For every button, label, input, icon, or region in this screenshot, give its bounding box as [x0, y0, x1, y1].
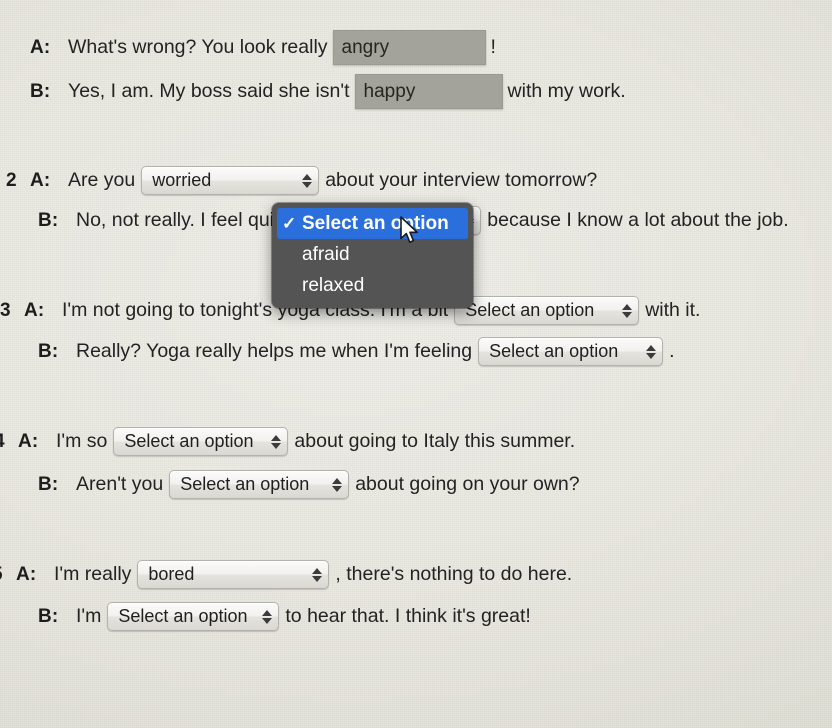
select-updown-arrows-icon[interactable]	[622, 303, 633, 318]
dialogue-line: B: Yes, I am. My boss said she isn't happy…	[0, 74, 832, 109]
sentence-text-after: with my work.	[507, 79, 626, 102]
answer-select-value: Select an option	[465, 300, 595, 320]
dialogue-line: A: What's wrong? You look really angry!	[0, 30, 832, 65]
sentence: Aren't you Select an option about going on…	[76, 470, 580, 499]
sentence: Yes, I am. My boss said she isn't happy wi…	[68, 74, 626, 109]
question-number: 4	[0, 431, 18, 453]
dialogue-line: 4A: I'm so Select an option about going to …	[0, 427, 832, 456]
dropdown-option-label: Select an option	[302, 213, 449, 234]
checkmark-icon: ✓	[282, 213, 297, 233]
sentence-text-after: about going on your own?	[355, 472, 580, 495]
dialogue-line: 4B:Aren't youSelect an optionabout going…	[0, 470, 832, 499]
dialogue-line: 5B:I'mSelect an optionto hear that. I th…	[0, 602, 832, 631]
answer-select[interactable]: Select an option	[478, 337, 664, 366]
sentence-text-after: , there's nothing to do here.	[335, 562, 573, 585]
dialogue-line: 2 A: Are you worried about your interview to…	[0, 166, 832, 195]
exercise-sheet: A: What's wrong? You look really angry! B: Y…	[0, 0, 832, 728]
answer-select-value: bored	[148, 564, 195, 584]
dropdown-popup[interactable]: ✓ Select an option afraid relaxed	[272, 203, 473, 308]
answer-select-value: Select an option	[489, 341, 619, 361]
sentence-text-after: .	[669, 339, 675, 362]
sentence-text-after: with it.	[645, 298, 701, 321]
answer-select-value: Select an option	[118, 606, 248, 626]
dropdown-option[interactable]: relaxed	[272, 270, 473, 301]
sentence: I'm really bored , there's nothing to do h…	[54, 560, 572, 589]
question-number: 5	[0, 564, 16, 586]
select-updown-arrows-icon[interactable]	[646, 344, 657, 359]
sentence-text-before: I'm	[76, 604, 102, 627]
sentence-text-after: about going to Italy this summer.	[294, 429, 576, 452]
sentence: Really? Yoga really helps me when I'm fe…	[76, 337, 675, 366]
speaker-label: A:	[18, 430, 39, 452]
sentence-text-before: Really? Yoga really helps me when I'm fe…	[76, 339, 473, 362]
sentence-text-after: !	[490, 35, 496, 58]
speaker-label: A:	[24, 299, 45, 321]
sentence-text-after: because I know a lot about the job.	[487, 208, 789, 231]
dialogue-line: 3B:Really? Yoga really helps me when I'm…	[0, 337, 832, 366]
answer-select[interactable]: Select an option	[454, 296, 640, 325]
dropdown-option-label: afraid	[302, 244, 350, 265]
dropdown-option[interactable]: ✓ Select an option	[277, 208, 468, 239]
sentence-text-before: I'm really	[54, 562, 132, 585]
sentence-text-after: to hear that. I think it's great!	[285, 604, 531, 627]
speaker-label: B:	[38, 340, 59, 362]
answer-select-value: Select an option	[124, 431, 254, 451]
answer-select-value: worried	[152, 170, 212, 190]
dialogue-line: 5A: I'm really bored , there's nothing to d…	[0, 560, 832, 589]
speaker-label: B:	[30, 80, 51, 102]
speaker-label: B:	[38, 473, 59, 495]
sentence-text-before: What's wrong? You look really	[68, 35, 328, 58]
sentence: What's wrong? You look really angry!	[68, 30, 496, 65]
dropdown-option-label: relaxed	[302, 275, 365, 296]
question-number: 3	[0, 299, 11, 321]
question-number: 2	[6, 169, 17, 191]
answer-filled-field[interactable]: happy	[354, 74, 503, 109]
answer-select[interactable]: Select an option	[169, 470, 350, 499]
sentence-text-before: Are you	[68, 168, 136, 191]
sentence: I'm so Select an option about going to Ita…	[56, 427, 575, 456]
select-updown-arrows-icon[interactable]	[271, 434, 282, 449]
speaker-label: A:	[30, 169, 51, 191]
answer-select-value: Select an option	[180, 474, 310, 494]
speaker-label: B:	[38, 209, 59, 231]
answer-select[interactable]: worried	[141, 166, 320, 195]
answer-select[interactable]: Select an option	[113, 427, 289, 456]
dropdown-option[interactable]: afraid	[272, 239, 473, 270]
answer-select[interactable]: bored	[137, 560, 330, 589]
sentence-text-before: Yes, I am. My boss said she isn't	[68, 79, 350, 102]
speaker-label: B:	[38, 605, 59, 627]
sentence: Are you worried about your interview tomor…	[68, 166, 597, 195]
select-updown-arrows-icon[interactable]	[332, 477, 343, 492]
sentence: I'm Select an option to hear that. I think…	[76, 602, 531, 631]
answer-select[interactable]: Select an option	[107, 602, 280, 631]
sentence-text-after: about your interview tomorrow?	[325, 168, 598, 191]
speaker-label: A:	[30, 36, 51, 58]
speaker-label: A:	[16, 563, 37, 585]
select-updown-arrows-icon[interactable]	[262, 609, 273, 624]
sentence-text-before: I'm so	[56, 429, 108, 452]
sentence-text-before: Aren't you	[76, 472, 164, 495]
sentence-text-before: No, not really. I feel quite	[76, 208, 291, 231]
select-updown-arrows-icon[interactable]	[302, 173, 313, 188]
answer-filled-field[interactable]: angry	[332, 30, 486, 65]
select-updown-arrows-icon[interactable]	[312, 567, 323, 582]
